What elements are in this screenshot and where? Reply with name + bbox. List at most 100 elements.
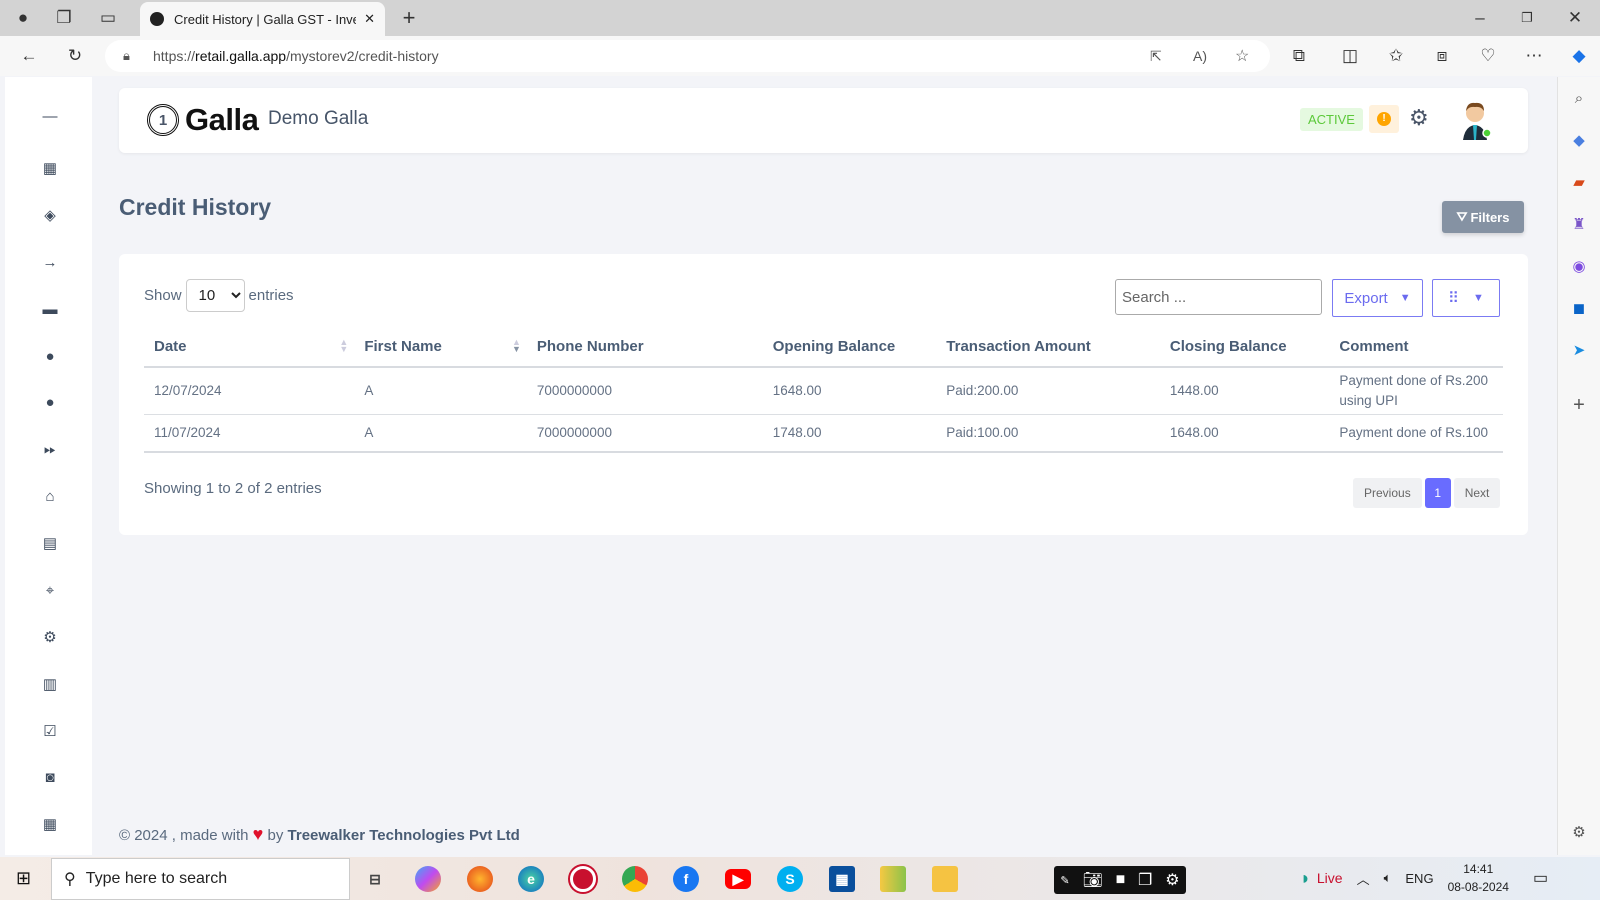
app-icon[interactable] <box>880 866 906 892</box>
video-icon[interactable]: ■ <box>1116 871 1126 889</box>
browser-essentials-icon[interactable]: ♡ <box>1474 42 1502 70</box>
search-icon[interactable]: ⌕ <box>1568 87 1590 109</box>
previous-page-button[interactable]: Previous <box>1353 478 1422 508</box>
capture-settings-icon[interactable]: ⚙︎ <box>1165 870 1179 890</box>
window-capture-icon[interactable]: ❐ <box>1138 870 1152 890</box>
browser-tab[interactable]: Credit History | Galla GST - Inven ✕ <box>140 2 385 36</box>
favorite-star-icon[interactable]: ☆ <box>1235 46 1249 66</box>
discount-ticket-icon[interactable]: ▬ <box>39 298 61 320</box>
cell-date: 12/07/2024 <box>144 367 355 415</box>
open-app-icon[interactable]: ⇱ <box>1150 48 1162 65</box>
export-button[interactable]: Export ▼ <box>1332 279 1423 317</box>
url-prefix: https:// <box>153 48 196 64</box>
lock-icon: 🔒︎ <box>123 48 130 63</box>
column-label: First Name <box>364 338 442 355</box>
report-icon[interactable]: ▥ <box>39 673 61 695</box>
taskbar-search[interactable]: ⚲ Type here to search <box>51 858 350 900</box>
youtube-icon[interactable]: ▶ <box>725 869 751 889</box>
camera-icon[interactable]: 📷︎ <box>1082 870 1102 890</box>
more-menu-icon[interactable]: ⋯ <box>1520 42 1548 70</box>
back-icon[interactable]: ← <box>15 42 43 70</box>
cash-icon[interactable]: ◙ <box>39 766 61 788</box>
profile-icon[interactable]: ● <box>9 4 37 32</box>
window-close-icon[interactable]: ✕ <box>1561 4 1589 32</box>
app-header: 1 Galla Demo Galla ACTIVE ! ⚙︎ <box>119 88 1528 153</box>
system-tray: ◗ Live ︿ 🔈︎ ENG 14:41 08-08-2024 ▭ <box>1300 860 1548 896</box>
send-icon[interactable]: ➤ <box>1568 339 1590 361</box>
live-label[interactable]: Live <box>1317 870 1343 886</box>
dashboard-icon[interactable]: ▦ <box>39 157 61 179</box>
galla-coin-icon: 1 <box>147 104 179 136</box>
sidebar: — ▦ ◈ → ▬ ● ● ⏩︎ ⌂ ▤ ⌖ ⚙︎ ▥ ☑︎ ◙ ▦ <box>5 77 92 855</box>
url-input[interactable]: 🔒︎ https://retail.galla.app/mystorev2/cr… <box>105 40 1270 72</box>
cell-phone: 7000000000 <box>526 414 763 453</box>
column-header-opening-balance: Opening Balance <box>762 327 937 368</box>
page-1-button[interactable]: 1 <box>1424 478 1451 508</box>
customer-icon[interactable]: ● <box>39 391 61 413</box>
basket-icon[interactable]: ⌂ <box>39 485 61 507</box>
calendar-icon[interactable]: ▦ <box>39 813 61 835</box>
inventory-box-icon[interactable]: ◈ <box>39 204 61 226</box>
recorder-icon[interactable] <box>570 866 596 892</box>
logo[interactable]: 1 Galla <box>147 102 259 138</box>
collapse-menu-icon[interactable]: — <box>39 105 61 127</box>
facebook-icon[interactable]: f <box>673 866 699 892</box>
arrow-right-icon[interactable]: → <box>39 251 61 273</box>
cricket-live-icon[interactable]: ◗ <box>1300 868 1311 889</box>
column-header-first-name[interactable]: First Name ▲ ▼ <box>354 327 527 368</box>
settings-gear-icon[interactable]: ⚙︎ <box>1409 105 1429 131</box>
edge-icon[interactable]: e <box>518 866 544 892</box>
outlook-icon[interactable]: ◼ <box>1568 297 1590 319</box>
extensions-icon[interactable]: ⧉ <box>1285 42 1313 70</box>
page-size-select[interactable]: 10 <box>185 279 245 312</box>
shopping-tag-icon[interactable]: ◆ <box>1568 129 1590 151</box>
tab-actions-icon[interactable]: ▭ <box>94 4 122 32</box>
games-icon[interactable]: ♜ <box>1568 213 1590 235</box>
show-hidden-icons[interactable]: ︿ <box>1357 869 1370 888</box>
volume-icon[interactable]: 🔈︎ <box>1384 870 1392 886</box>
column-header-comment: Comment <box>1329 327 1503 368</box>
new-tab-icon[interactable]: + <box>395 4 423 32</box>
windows-start-icon[interactable]: ⊞ <box>16 868 31 889</box>
clock[interactable]: 14:41 08-08-2024 <box>1448 860 1509 896</box>
task-view-icon[interactable]: ⊟ <box>362 866 388 892</box>
refresh-icon[interactable]: ↻ <box>61 42 89 70</box>
search-input[interactable] <box>1115 279 1322 315</box>
user-circle-icon[interactable]: ● <box>39 345 61 367</box>
chrome-icon[interactable] <box>622 866 648 892</box>
sidebar-settings-icon[interactable]: ⚙︎ <box>1568 821 1590 843</box>
copilot-icon[interactable]: ◆ <box>1565 42 1593 70</box>
next-page-button[interactable]: Next <box>1453 478 1501 508</box>
avatar[interactable] <box>1459 100 1493 140</box>
read-aloud-icon[interactable]: A) <box>1193 48 1207 64</box>
skype-icon[interactable]: S <box>777 866 803 892</box>
split-screen-icon[interactable]: ◫ <box>1336 42 1364 70</box>
add-sidebar-icon[interactable]: + <box>1568 394 1590 416</box>
collections-toolbar-icon[interactable]: ⧈ <box>1428 42 1456 70</box>
contacts-book-icon[interactable]: ▤ <box>39 532 61 554</box>
pin-icon[interactable]: ✎ <box>1060 874 1069 887</box>
language-indicator[interactable]: ENG <box>1405 871 1433 886</box>
checkbox-icon[interactable]: ☑︎ <box>39 720 61 742</box>
minimize-icon[interactable]: – <box>1466 4 1494 32</box>
file-explorer-icon[interactable] <box>932 866 958 892</box>
warning-button[interactable]: ! <box>1369 105 1399 133</box>
fast-forward-icon[interactable]: ⏩︎ <box>39 438 61 460</box>
location-pin-icon[interactable]: ⌖ <box>39 579 61 601</box>
office-icon[interactable]: ◉ <box>1568 255 1590 277</box>
favorites-icon[interactable]: ✩ <box>1382 42 1410 70</box>
collections-icon[interactable]: ❐ <box>50 4 78 32</box>
copilot-app-icon[interactable] <box>415 866 441 892</box>
store-icon[interactable]: ▦ <box>829 866 855 892</box>
close-tab-icon[interactable]: ✕ <box>364 11 375 27</box>
status-badge: ACTIVE <box>1300 108 1363 131</box>
firefox-icon[interactable] <box>467 866 493 892</box>
tools-icon[interactable]: ▰ <box>1568 171 1590 193</box>
column-header-date[interactable]: Date ▲ ▼ <box>144 327 355 368</box>
settings-icon[interactable]: ⚙︎ <box>39 626 61 648</box>
company-link[interactable]: Treewalker Technologies Pvt Ltd <box>288 827 520 844</box>
filters-button[interactable]: ⛛ Filters <box>1442 201 1524 233</box>
notifications-icon[interactable]: ▭ <box>1533 868 1548 888</box>
column-visibility-button[interactable]: ⠿ ▼ <box>1432 279 1500 317</box>
restore-icon[interactable]: ❐ <box>1513 4 1541 32</box>
